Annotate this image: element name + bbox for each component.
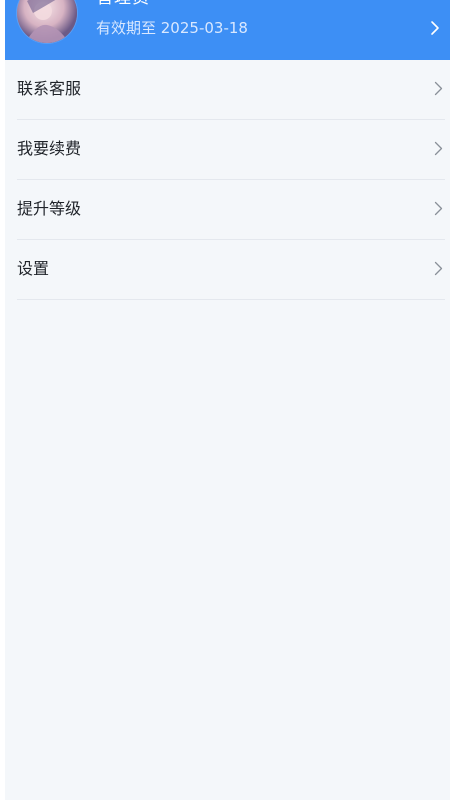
membership-expiry: 有效期至 2025-03-18	[96, 19, 248, 37]
chevron-right-icon	[434, 261, 443, 276]
menu-item-upgrade-level[interactable]: 提升等级	[17, 180, 445, 240]
menu-item-settings[interactable]: 设置	[17, 240, 445, 300]
chevron-right-icon[interactable]	[430, 20, 440, 36]
menu-item-renew[interactable]: 我要续费	[17, 120, 445, 180]
profile-header[interactable]: 管理员 有效期至 2025-03-18	[5, 0, 450, 60]
chevron-right-icon	[434, 81, 443, 96]
chevron-right-icon	[434, 141, 443, 156]
menu-item-label: 设置	[17, 259, 50, 278]
menu-item-label: 联系客服	[17, 79, 82, 98]
menu-item-contact-support[interactable]: 联系客服	[17, 60, 445, 120]
user-name: 管理员	[96, 0, 150, 8]
user-avatar[interactable]	[17, 0, 77, 43]
menu-item-label: 提升等级	[17, 199, 82, 218]
menu-item-label: 我要续费	[17, 139, 82, 158]
avatar-image	[17, 0, 77, 43]
profile-page: 管理员 有效期至 2025-03-18 联系客服 我要续费 提升等级 设置	[5, 0, 450, 800]
settings-menu: 联系客服 我要续费 提升等级 设置	[17, 60, 445, 300]
chevron-right-icon	[434, 201, 443, 216]
